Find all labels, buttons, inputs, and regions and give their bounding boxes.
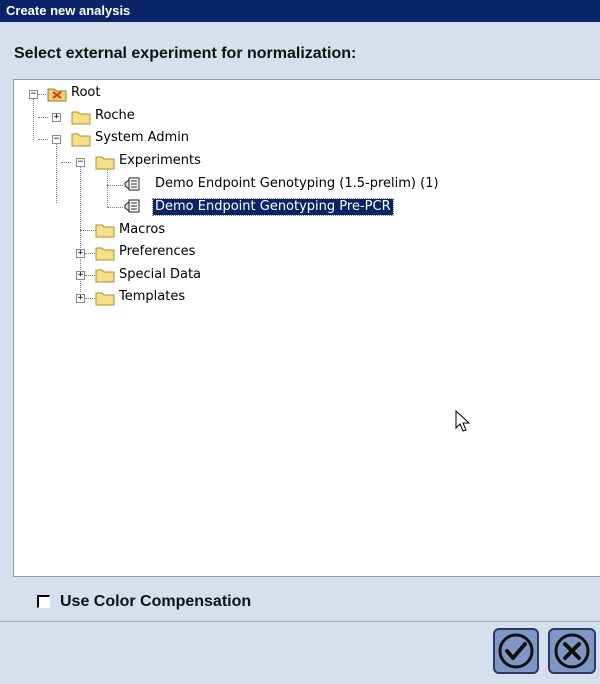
folder-icon — [95, 224, 115, 238]
window-title: Create new analysis — [0, 0, 600, 22]
dialog-heading: Select external experiment for normaliza… — [0, 22, 600, 70]
tree-connector — [38, 117, 48, 118]
tree-node-roche[interactable]: Roche — [93, 108, 137, 124]
tree-connector — [80, 230, 96, 231]
footer-divider — [0, 621, 600, 622]
root-folder-icon — [47, 88, 67, 102]
collapse-experiments-toggle[interactable]: − — [76, 158, 85, 167]
tree-connector — [33, 98, 34, 140]
tree-connector — [38, 139, 48, 140]
tree-connector — [85, 253, 95, 254]
tree-node-preferences[interactable]: Preferences — [117, 244, 197, 260]
tree-node-experiment-1[interactable]: Demo Endpoint Genotyping (1.5-prelim) (1… — [153, 176, 441, 192]
folder-icon — [71, 133, 91, 147]
folder-icon — [71, 111, 91, 125]
expand-special-data-toggle[interactable]: + — [76, 271, 85, 280]
tree-connector — [107, 167, 108, 207]
folder-icon — [95, 292, 115, 306]
tree-connector — [61, 162, 71, 163]
collapse-system-admin-toggle[interactable]: − — [52, 135, 61, 144]
tree-node-root[interactable]: Root — [69, 85, 102, 101]
experiment-file-icon — [124, 199, 140, 213]
tree-connector — [85, 275, 95, 276]
color-compensation-checkbox[interactable] — [37, 595, 50, 608]
tree-node-templates[interactable]: Templates — [117, 289, 187, 305]
tree-node-experiment-2-selected[interactable]: Demo Endpoint Genotyping Pre-PCR — [152, 198, 394, 216]
ok-button[interactable] — [493, 628, 539, 674]
collapse-root-toggle[interactable]: − — [29, 90, 38, 99]
tree-connector — [38, 94, 46, 95]
folder-icon — [95, 269, 115, 283]
tree-node-system-admin[interactable]: System Admin — [93, 130, 191, 146]
folder-icon — [95, 156, 115, 170]
folder-icon — [95, 247, 115, 261]
expand-preferences-toggle[interactable]: + — [76, 249, 85, 258]
color-compensation-label[interactable]: Use Color Compensation — [60, 593, 251, 611]
tree-node-special-data[interactable]: Special Data — [117, 267, 203, 283]
tree-node-experiments[interactable]: Experiments — [117, 153, 203, 169]
x-circle-icon — [554, 633, 590, 669]
tree-connector — [85, 298, 95, 299]
cancel-button[interactable] — [548, 628, 596, 674]
tree-node-macros[interactable]: Macros — [117, 222, 167, 238]
mouse-cursor-icon — [455, 410, 471, 432]
experiment-file-icon — [124, 177, 140, 191]
experiment-tree[interactable]: − Root + Roche − System Admin − Experime… — [13, 79, 600, 577]
expand-templates-toggle[interactable]: + — [76, 294, 85, 303]
tree-connector — [107, 207, 123, 208]
expand-roche-toggle[interactable]: + — [52, 113, 61, 122]
tree-connector — [107, 185, 123, 186]
tree-connector — [56, 143, 57, 203]
checkmark-icon — [498, 633, 534, 669]
